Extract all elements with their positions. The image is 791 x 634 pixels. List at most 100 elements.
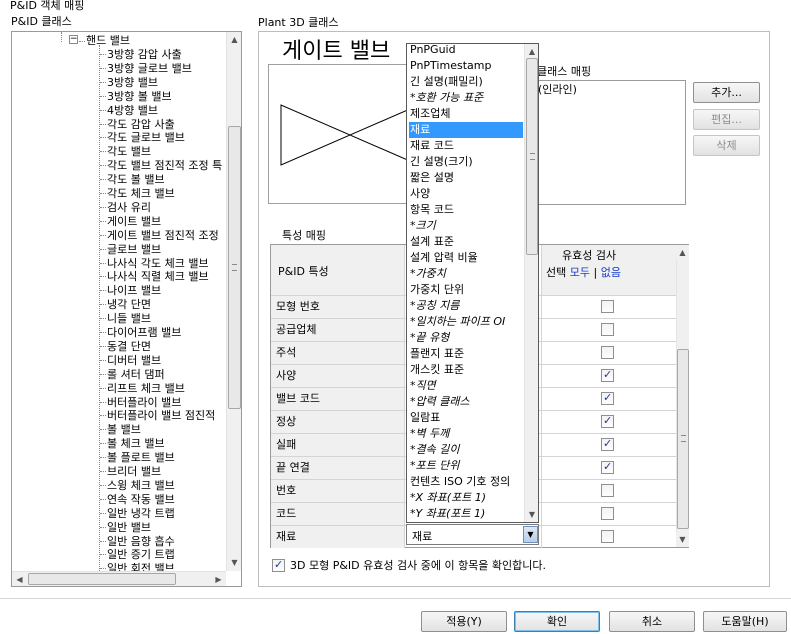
- tree-node-label: 볼 체크 밸브: [107, 437, 165, 451]
- dropdown-option[interactable]: 플랜지 표준: [409, 346, 523, 362]
- delete-button[interactable]: 삭제: [693, 135, 760, 156]
- validation-checkbox[interactable]: [601, 507, 614, 520]
- validation-checkbox[interactable]: [601, 414, 614, 428]
- scroll-thumb[interactable]: [526, 58, 538, 255]
- add-button[interactable]: 추가...: [693, 82, 760, 103]
- dropdown-option[interactable]: *직면: [409, 378, 523, 394]
- dropdown-option[interactable]: 재료 코드: [409, 138, 523, 154]
- dropdown-option[interactable]: 짧은 설명: [409, 170, 523, 186]
- dropdown-option[interactable]: PnPGuid: [409, 44, 523, 58]
- class-mapping-item[interactable]: (인라인): [538, 81, 577, 97]
- tree-connector: [100, 104, 106, 111]
- select-all-link[interactable]: 모두: [570, 266, 590, 279]
- grid-row-validation-cell: [541, 365, 676, 387]
- tree-connector: [100, 521, 106, 528]
- tree-connector: [100, 548, 106, 556]
- help-button[interactable]: 도움말(H): [703, 611, 787, 632]
- dropdown-option[interactable]: *공칭 지름: [409, 298, 523, 314]
- validation-checkbox[interactable]: [601, 530, 614, 543]
- dropdown-option[interactable]: *포트 단위: [409, 458, 523, 474]
- grid-row-property: 실패: [271, 434, 405, 456]
- combo-value: 재료: [412, 530, 433, 543]
- footer-divider: [0, 598, 791, 599]
- dropdown-option[interactable]: 재료: [409, 122, 523, 138]
- tree-connector: [100, 451, 106, 459]
- dropdown-option[interactable]: 항목 코드: [409, 202, 523, 218]
- scroll-down-icon[interactable]: ▼: [676, 532, 689, 547]
- scroll-down-icon[interactable]: ▼: [525, 507, 538, 522]
- property-mapping-label: 특성 매핑: [282, 229, 326, 242]
- tree-node-label: 검사 유리: [107, 200, 151, 214]
- dropdown-option[interactable]: 설계 압력 비율: [409, 250, 523, 266]
- dropdown-option[interactable]: *결속 길이: [409, 442, 523, 458]
- collapse-icon[interactable]: −: [69, 35, 78, 44]
- class-mapping-list[interactable]: (인라인): [533, 80, 686, 205]
- grid-row-validation-cell: [541, 434, 676, 456]
- scroll-up-icon[interactable]: ▲: [676, 245, 689, 260]
- scroll-thumb[interactable]: [228, 126, 241, 409]
- chevron-down-icon[interactable]: ▼: [523, 526, 538, 543]
- tree-connector: [100, 173, 106, 181]
- apply-button[interactable]: 적용(Y): [421, 611, 507, 632]
- dropdown-option[interactable]: 일람표: [409, 410, 523, 426]
- validation-checkbox[interactable]: [601, 368, 614, 382]
- scroll-right-icon[interactable]: ▶: [211, 572, 226, 586]
- dropdown-option[interactable]: *Y 좌표(포트 1): [409, 506, 523, 522]
- edit-button[interactable]: 편집...: [693, 109, 760, 130]
- dropdown-option[interactable]: *크기: [409, 218, 523, 234]
- validation-checkbox[interactable]: [601, 391, 614, 405]
- dropdown-option[interactable]: 개스킷 표준: [409, 362, 523, 378]
- validation-checkbox[interactable]: [601, 460, 614, 474]
- cancel-button[interactable]: 취소: [609, 611, 695, 632]
- scroll-up-icon[interactable]: ▲: [525, 44, 538, 59]
- validate-checkbox-label: 3D 모형 P&ID 유효성 검사 중에 이 항목을 확인합니다.: [290, 559, 547, 572]
- validation-checkbox[interactable]: [601, 300, 614, 313]
- dropdown-option[interactable]: *압력 클래스: [409, 394, 523, 410]
- property-dropdown-list[interactable]: PnPGuid PnPTimestamp 긴 설명(패밀리) *호환 가능 표준 제조업…: [406, 43, 539, 523]
- dropdown-option[interactable]: *벽 두께: [409, 426, 523, 442]
- tree-horizontal-scrollbar[interactable]: ◀ ▶: [12, 571, 226, 586]
- pid-class-tree[interactable]: − 핸드 밸브 3방향 감압 사출 3방향 글로브 밸브 3방향 밸브 3방향 볼 밸…: [11, 31, 242, 587]
- ok-button[interactable]: 확인: [514, 611, 600, 632]
- tree-connector: [100, 562, 106, 570]
- dropdown-option[interactable]: *가중치: [409, 266, 523, 282]
- tree-node-label: 일반 음향 흡수: [107, 534, 175, 548]
- dropdown-option[interactable]: 컨텐츠 ISO 기호 정의: [409, 474, 523, 490]
- validation-checkbox[interactable]: [601, 323, 614, 336]
- scroll-thumb[interactable]: [677, 349, 689, 529]
- scroll-up-icon[interactable]: ▲: [227, 32, 241, 47]
- property-combo[interactable]: 재료 ▼: [406, 524, 539, 545]
- tree-connector: [100, 62, 106, 69]
- dropdown-option[interactable]: PnPTimestamp: [409, 58, 523, 74]
- tree-connector: [100, 409, 106, 417]
- dropdown-option[interactable]: *호환 가능 표준: [409, 90, 523, 106]
- dropdown-option[interactable]: *일치하는 파이프 OI: [409, 314, 523, 330]
- dropdown-option[interactable]: *X 좌표(포트 1): [409, 490, 523, 506]
- dropdown-option[interactable]: 가중치 단위: [409, 282, 523, 298]
- validation-checkbox[interactable]: [601, 437, 614, 451]
- select-none-link[interactable]: 없음: [601, 266, 621, 279]
- dropdown-scrollbar[interactable]: ▲ ▼: [524, 44, 538, 522]
- scroll-thumb[interactable]: [28, 573, 176, 585]
- dropdown-option[interactable]: 설계 표준: [409, 234, 523, 250]
- tree-node-label: 볼 밸브: [107, 423, 141, 437]
- grid-vertical-scrollbar[interactable]: ▲ ▼: [676, 245, 689, 547]
- tree-connector: [100, 270, 106, 278]
- dropdown-option[interactable]: 긴 설명(크기): [409, 154, 523, 170]
- validate-checkbox[interactable]: [272, 558, 285, 572]
- scroll-down-icon[interactable]: ▼: [227, 555, 241, 570]
- validation-checkbox[interactable]: [601, 484, 614, 497]
- grid-row-property: 밸브 코드: [271, 388, 405, 410]
- dropdown-option[interactable]: *끝 유형: [409, 330, 523, 346]
- tree-connector: [100, 187, 106, 194]
- validation-checkbox[interactable]: [601, 346, 614, 359]
- tree-vertical-scrollbar[interactable]: ▲ ▼: [226, 32, 241, 571]
- grid-row-validation-cell: [541, 411, 676, 433]
- tree-node-label: 일반 밸브: [107, 520, 151, 534]
- dropdown-option[interactable]: 제조업체: [409, 106, 523, 122]
- grid-row-validation-cell: [541, 296, 676, 318]
- dropdown-option[interactable]: 긴 설명(패밀리): [409, 74, 523, 90]
- scroll-left-icon[interactable]: ◀: [12, 572, 27, 586]
- grid-row-property: 주석: [271, 342, 405, 364]
- dropdown-option[interactable]: 사양: [409, 186, 523, 202]
